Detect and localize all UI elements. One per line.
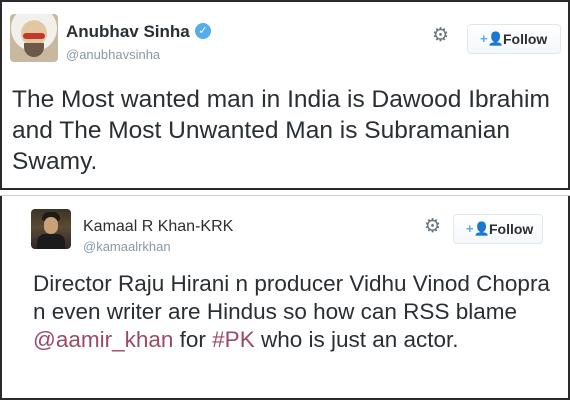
- tweet-card: Kamaal R Khan-KRK @kamaalrkhan ⚙ +👤 Foll…: [0, 196, 570, 400]
- divider: [0, 188, 570, 196]
- tweet-text-segment: who is just an actor.: [254, 327, 459, 352]
- follow-button[interactable]: +👤 Follow: [453, 214, 543, 244]
- tweet-text: The Most wanted man in India is Dawood I…: [12, 86, 550, 175]
- author-handle[interactable]: @kamaalrkhan: [83, 239, 171, 254]
- gear-icon[interactable]: ⚙: [424, 217, 441, 237]
- author-name[interactable]: Kamaal R Khan-KRK: [83, 218, 233, 236]
- verified-badge-icon: ✓: [195, 23, 211, 39]
- hashtag-link[interactable]: #PK: [212, 327, 255, 352]
- follow-label: Follow: [503, 31, 548, 47]
- avatar-beard: [24, 43, 44, 57]
- author-name[interactable]: Anubhav Sinha: [66, 22, 190, 42]
- follow-button[interactable]: +👤 Follow: [467, 24, 561, 54]
- add-user-icon: +👤: [466, 221, 490, 236]
- avatar-body: [37, 234, 65, 249]
- tweet-text-segment: for: [173, 327, 213, 352]
- avatar-sunglasses: [23, 33, 45, 39]
- avatar[interactable]: [31, 209, 71, 249]
- tweet-text-segment: Director Raju Hirani n producer Vidhu Vi…: [33, 271, 550, 324]
- avatar-face: [44, 217, 58, 234]
- author-handle[interactable]: @anubhavsinha: [66, 47, 160, 62]
- add-user-icon: +👤: [480, 31, 504, 46]
- tweet-text: Director Raju Hirani n producer Vidhu Vi…: [33, 270, 565, 354]
- avatar[interactable]: [10, 14, 58, 62]
- gear-icon[interactable]: ⚙: [432, 26, 449, 46]
- follow-label: Follow: [489, 221, 534, 237]
- tweet-card: Anubhav Sinha ✓ @anubhavsinha ⚙ +👤 Follo…: [0, 0, 570, 188]
- mention-link[interactable]: @aamir_khan: [33, 327, 173, 352]
